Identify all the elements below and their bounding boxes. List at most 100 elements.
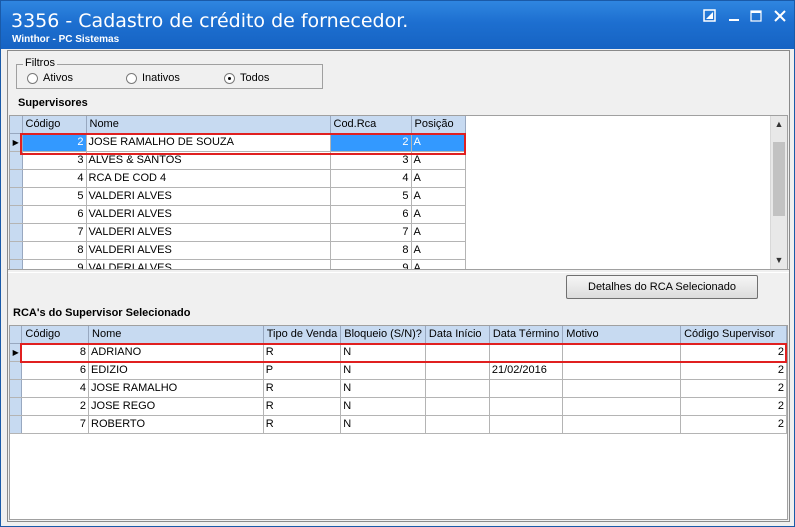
rca-data-inicio[interactable] [425, 379, 490, 398]
supervisors-col-posicao[interactable]: Posição [411, 116, 466, 134]
radio-inativos-circle[interactable] [126, 72, 137, 84]
rca-nome[interactable]: ROBERTO [88, 415, 264, 434]
supervisor-codigo[interactable]: 3 [22, 151, 87, 170]
rca-codigo[interactable]: 4 [21, 379, 90, 398]
rcas-col-tipo-venda[interactable]: Tipo de Venda [263, 326, 342, 344]
rcas-col-data-inicio[interactable]: Data Início [425, 326, 490, 344]
supervisor-codrca[interactable]: 3 [330, 151, 412, 170]
supervisor-row[interactable]: ▶ 2 JOSE RAMALHO DE SOUZA 2 A [10, 133, 466, 152]
supervisor-posicao[interactable]: A [411, 223, 466, 242]
supervisor-nome[interactable]: VALDERI ALVES [86, 241, 331, 260]
rca-bloqueio[interactable]: N [340, 343, 426, 362]
rca-codigo-supervisor[interactable]: 2 [680, 361, 787, 380]
supervisor-codrca[interactable]: 6 [330, 205, 412, 224]
supervisor-codigo[interactable]: 4 [22, 169, 87, 188]
supervisors-col-nome[interactable]: Nome [86, 116, 331, 134]
rca-data-termino[interactable] [489, 379, 564, 398]
rca-tipo-venda[interactable]: R [263, 343, 342, 362]
supervisor-nome[interactable]: VALDERI ALVES [86, 223, 331, 242]
rca-tipo-venda[interactable]: P [263, 361, 342, 380]
rca-codigo-supervisor[interactable]: 2 [680, 415, 787, 434]
rca-row[interactable]: 6 EDIZIO P N 21/02/2016 2 [10, 361, 787, 380]
supervisor-nome[interactable]: JOSE RAMALHO DE SOUZA [86, 133, 331, 152]
rca-data-termino[interactable] [489, 343, 564, 362]
supervisor-codrca[interactable]: 7 [330, 223, 412, 242]
rca-motivo[interactable] [562, 415, 682, 434]
supervisor-codrca[interactable]: 4 [330, 169, 412, 188]
supervisor-codigo[interactable]: 2 [22, 133, 87, 152]
rca-bloqueio[interactable]: N [340, 361, 426, 380]
rcas-col-motivo[interactable]: Motivo [562, 326, 682, 344]
supervisor-row[interactable]: 4 RCA DE COD 4 4 A [10, 169, 466, 188]
rca-data-termino[interactable] [489, 397, 564, 416]
rca-row[interactable]: 4 JOSE RAMALHO R N 2 [10, 379, 787, 398]
rca-row[interactable]: ▶ 8 ADRIANO R N 2 [10, 343, 787, 362]
rca-nome[interactable]: JOSE RAMALHO [88, 379, 264, 398]
supervisor-row[interactable]: 6 VALDERI ALVES 6 A [10, 205, 466, 224]
rca-codigo-supervisor[interactable]: 2 [680, 343, 787, 362]
supervisor-codrca[interactable]: 5 [330, 187, 412, 206]
supervisor-nome[interactable]: VALDERI ALVES [86, 187, 331, 206]
radio-inativos[interactable]: Inativos [126, 72, 180, 84]
rca-codigo[interactable]: 6 [21, 361, 90, 380]
supervisor-row[interactable]: 3 ALVES & SANTOS 3 A [10, 151, 466, 170]
rca-codigo[interactable]: 8 [21, 343, 90, 362]
supervisor-nome[interactable]: ALVES & SANTOS [86, 151, 331, 170]
rca-data-termino[interactable] [489, 415, 564, 434]
supervisor-codigo[interactable]: 5 [22, 187, 87, 206]
rca-bloqueio[interactable]: N [340, 397, 426, 416]
supervisor-row[interactable]: 5 VALDERI ALVES 5 A [10, 187, 466, 206]
rca-row[interactable]: 2 JOSE REGO R N 2 [10, 397, 787, 416]
supervisor-posicao[interactable]: A [411, 241, 466, 260]
rca-data-inicio[interactable] [425, 361, 490, 380]
maximize-icon[interactable] [748, 9, 764, 23]
supervisor-codigo[interactable]: 8 [22, 241, 87, 260]
rca-bloqueio[interactable]: N [340, 415, 426, 434]
details-rca-button[interactable]: Detalhes do RCA Selecionado [566, 275, 758, 299]
title-bar[interactable]: 3356 - Cadastro de crédito de fornecedor… [1, 1, 794, 49]
radio-todos[interactable]: Todos [224, 72, 269, 84]
rca-data-inicio[interactable] [425, 415, 490, 434]
rca-codigo-supervisor[interactable]: 2 [680, 379, 787, 398]
supervisors-col-codigo[interactable]: Código [22, 116, 87, 134]
supervisor-codigo[interactable]: 6 [22, 205, 87, 224]
radio-ativos[interactable]: Ativos [27, 72, 73, 84]
edit-window-icon[interactable] [702, 9, 718, 23]
supervisor-posicao[interactable]: A [411, 151, 466, 170]
rcas-col-codigo-supervisor[interactable]: Código Supervisor [680, 326, 787, 344]
rcas-col-nome[interactable]: Nome [88, 326, 264, 344]
rca-data-termino[interactable]: 21/02/2016 [489, 361, 564, 380]
rca-data-inicio[interactable] [425, 397, 490, 416]
rca-bloqueio[interactable]: N [340, 379, 426, 398]
supervisor-nome[interactable]: RCA DE COD 4 [86, 169, 331, 188]
supervisor-posicao[interactable]: A [411, 187, 466, 206]
panel-splitter[interactable] [8, 269, 789, 273]
supervisor-nome[interactable]: VALDERI ALVES [86, 205, 331, 224]
rcas-col-codigo[interactable]: Código [21, 326, 90, 344]
rca-data-inicio[interactable] [425, 343, 490, 362]
rcas-col-bloqueio[interactable]: Bloqueio (S/N)? [340, 326, 426, 344]
supervisor-row[interactable]: 7 VALDERI ALVES 7 A [10, 223, 466, 242]
rca-codigo[interactable]: 7 [21, 415, 90, 434]
rca-motivo[interactable] [562, 361, 682, 380]
supervisor-row[interactable]: 8 VALDERI ALVES 8 A [10, 241, 466, 260]
supervisor-posicao[interactable]: A [411, 205, 466, 224]
supervisor-codrca[interactable]: 8 [330, 241, 412, 260]
rca-row[interactable]: 7 ROBERTO R N 2 [10, 415, 787, 434]
rca-nome[interactable]: JOSE REGO [88, 397, 264, 416]
supervisors-scrollbar[interactable]: ▲ ▼ [770, 116, 787, 269]
rca-tipo-venda[interactable]: R [263, 379, 342, 398]
rca-tipo-venda[interactable]: R [263, 415, 342, 434]
supervisor-posicao[interactable]: A [411, 133, 466, 152]
scroll-up-icon[interactable]: ▲ [771, 116, 787, 133]
minimize-icon[interactable] [726, 9, 742, 23]
scroll-thumb[interactable] [773, 142, 785, 216]
supervisor-codigo[interactable]: 7 [22, 223, 87, 242]
radio-ativos-circle[interactable] [27, 72, 38, 84]
supervisor-codrca[interactable]: 2 [330, 133, 412, 152]
rca-motivo[interactable] [562, 379, 682, 398]
rca-codigo-supervisor[interactable]: 2 [680, 397, 787, 416]
rca-nome[interactable]: ADRIANO [88, 343, 264, 362]
close-icon[interactable] [772, 9, 788, 23]
rca-codigo[interactable]: 2 [21, 397, 90, 416]
